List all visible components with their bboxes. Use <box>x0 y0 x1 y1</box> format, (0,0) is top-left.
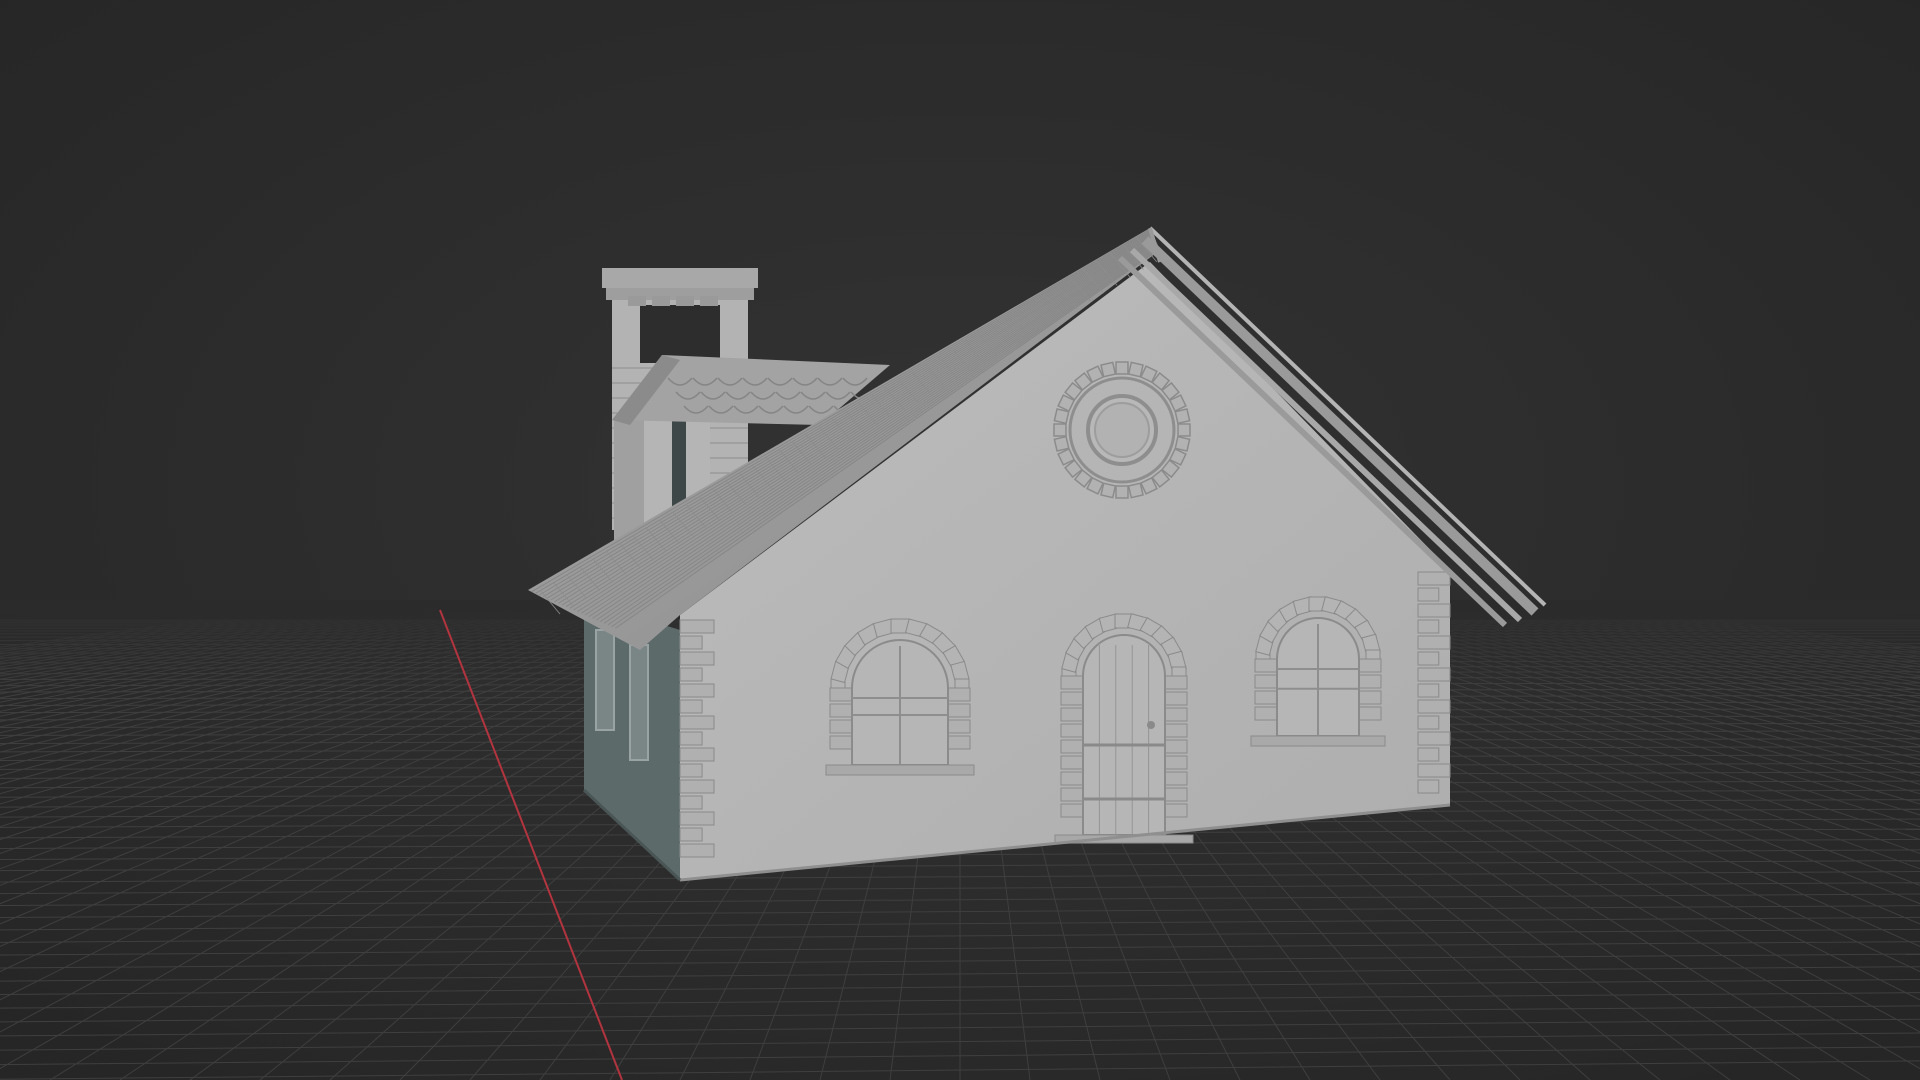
side-window <box>595 629 615 731</box>
3d-viewport[interactable] <box>0 0 1920 1080</box>
chimney-opening <box>640 305 720 363</box>
side-window <box>629 644 649 761</box>
front-door <box>1054 613 1194 844</box>
viewport-scene[interactable] <box>0 0 1920 1080</box>
